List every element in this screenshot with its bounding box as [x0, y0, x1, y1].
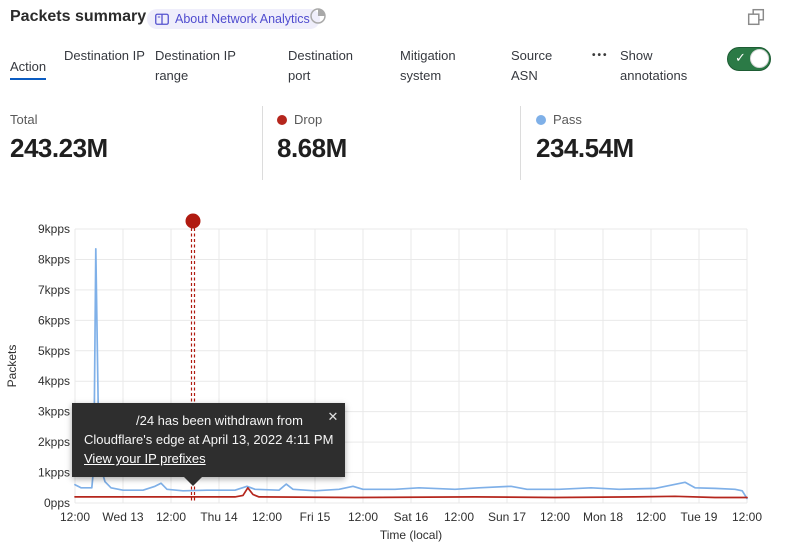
tab-source-asn[interactable]: Source ASN	[511, 46, 571, 86]
view-ip-prefixes-link[interactable]: View your IP prefixes	[84, 451, 206, 466]
stat-drop: Drop 8.68M	[277, 112, 347, 164]
y-tick-label: 8kpps	[38, 252, 70, 266]
tab-label: Mitigation system	[400, 48, 456, 83]
drop-line	[75, 488, 747, 498]
about-network-analytics-badge[interactable]: About Network Analytics	[147, 9, 320, 29]
x-tick-label: 12:00	[348, 510, 378, 524]
tab-mitigation-system[interactable]: Mitigation system	[400, 46, 482, 86]
y-tick-label: 7kpps	[38, 283, 70, 297]
stat-drop-label: Drop	[294, 112, 322, 127]
tab-destination-ip-range[interactable]: Destination IP range	[155, 46, 257, 86]
tab-destination-ip[interactable]: Destination IP	[64, 46, 148, 66]
stat-pass-value: 234.54M	[536, 133, 634, 164]
y-tick-label: 4kpps	[38, 374, 70, 388]
pass-legend-dot	[536, 115, 546, 125]
y-tick-label: 2kpps	[38, 435, 70, 449]
show-annotations-label: Show annotations	[620, 46, 712, 86]
stat-total-label: Total	[10, 112, 37, 127]
show-annotations-toggle[interactable]: ✓	[727, 47, 771, 71]
x-tick-label: 12:00	[540, 510, 570, 524]
y-tick-label: 3kpps	[38, 405, 70, 419]
stat-divider	[262, 106, 263, 180]
stat-drop-value: 8.68M	[277, 133, 347, 164]
y-axis-title: Packets	[5, 345, 19, 388]
x-tick-label: 12:00	[60, 510, 90, 524]
x-tick-label: 12:00	[252, 510, 282, 524]
y-tick-label: 6kpps	[38, 313, 70, 327]
stat-pass: Pass 234.54M	[536, 112, 634, 164]
tooltip-text-line1: /24 has been withdrawn from	[136, 411, 333, 430]
tab-label: Action	[10, 59, 46, 80]
x-tick-label: 12:00	[156, 510, 186, 524]
x-tick-label: Wed 13	[102, 510, 143, 524]
x-tick-label: 12:00	[636, 510, 666, 524]
more-tabs-button[interactable]: •••	[592, 50, 614, 61]
toggle-knob	[750, 49, 769, 68]
popout-icon[interactable]	[747, 8, 765, 26]
x-tick-label: Mon 18	[583, 510, 623, 524]
stat-divider	[520, 106, 521, 180]
y-tick-label: 0pps	[44, 496, 70, 510]
y-tick-label: 5kpps	[38, 344, 70, 358]
tab-action[interactable]: Action	[10, 57, 60, 77]
tab-label: Destination IP	[64, 48, 145, 63]
stat-total-value: 243.23M	[10, 133, 108, 164]
tab-destination-port[interactable]: Destination port	[288, 46, 374, 86]
annotation-marker[interactable]	[186, 214, 201, 229]
x-tick-label: Sat 16	[394, 510, 429, 524]
x-tick-label: 12:00	[444, 510, 474, 524]
x-tick-label: Thu 14	[200, 510, 238, 524]
tooltip-close-icon[interactable]: ✕	[328, 407, 339, 426]
page-title: Packets summary	[10, 8, 146, 26]
tab-label: Destination IP range	[155, 48, 236, 83]
stat-total: Total 243.23M	[10, 112, 108, 164]
x-tick-label: 12:00	[732, 510, 762, 524]
x-axis-title: Time (local)	[380, 528, 442, 542]
y-tick-label: 1kpps	[38, 466, 70, 480]
stat-pass-label: Pass	[553, 112, 582, 127]
annotation-tooltip: /24 has been withdrawn from Cloudflare's…	[72, 403, 345, 477]
x-tick-label: Sun 17	[488, 510, 526, 524]
tab-label: Destination port	[288, 48, 353, 83]
time-period-icon[interactable]	[309, 7, 327, 25]
drop-legend-dot	[277, 115, 287, 125]
tooltip-caret	[184, 477, 202, 486]
x-tick-label: Tue 19	[681, 510, 718, 524]
book-icon	[155, 13, 169, 26]
y-tick-label: 9kpps	[38, 222, 70, 236]
toggle-check-icon: ✓	[735, 50, 746, 66]
about-badge-label: About Network Analytics	[175, 12, 310, 26]
x-tick-label: Fri 15	[300, 510, 331, 524]
tooltip-text-line2: Cloudflare's edge at April 13, 2022 4:11…	[84, 430, 333, 449]
tab-label: Source ASN	[511, 48, 552, 83]
